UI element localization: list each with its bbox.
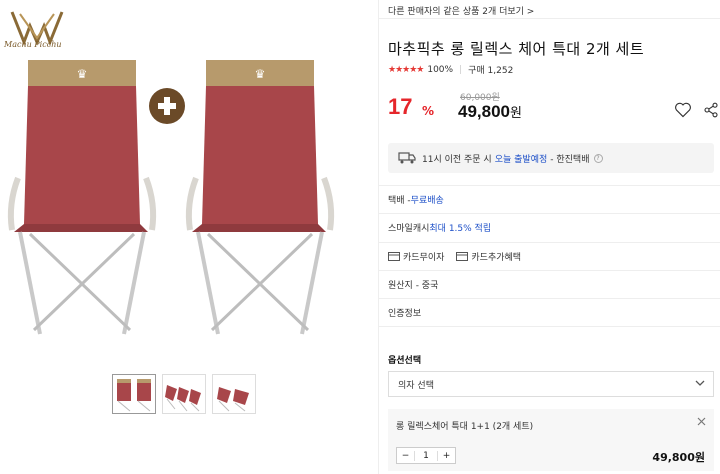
chair-image-right: ♛ — [185, 60, 335, 335]
card-free-interest[interactable]: 카드무이자 — [388, 250, 444, 263]
thumbnail-strip — [112, 374, 256, 414]
card-free-label: 카드무이자 — [403, 252, 445, 263]
card-icon — [388, 251, 400, 261]
quantity-stepper: − 1 + — [396, 447, 456, 464]
share-icon[interactable] — [703, 102, 719, 118]
discount-rate: 17 — [388, 94, 413, 119]
option-section-title: 옵션선택 — [388, 356, 422, 366]
option-select-value: 의자 선택 — [398, 380, 434, 391]
sale-price-unit: 원 — [510, 105, 522, 120]
sale-price: 49,800원 — [458, 102, 522, 122]
heart-icon[interactable] — [674, 102, 692, 118]
rating-row: ★★★★★ 100% | 구매 1,252 — [388, 63, 514, 77]
truck-icon — [398, 152, 416, 164]
svg-text:♛: ♛ — [77, 67, 88, 81]
selected-option: 롱 릴렉스체어 특대 1+1 (2개 세트) − 1 + 49,800원 — [388, 409, 714, 471]
delivery-highlight: 오늘 출발예정 — [494, 154, 548, 165]
shipping-label: 택배 - — [388, 195, 411, 206]
option-select[interactable]: 의자 선택 — [388, 371, 714, 397]
thumbnail-3[interactable] — [212, 374, 256, 414]
product-title: 마추픽추 롱 릴렉스 체어 특대 2개 세트 — [388, 40, 645, 58]
selected-option-price: 49,800원 — [652, 451, 705, 464]
other-sellers-link[interactable]: 다른 판매자의 같은 상품 2개 더보기 > — [388, 4, 534, 17]
qty-input[interactable]: 1 — [413, 450, 439, 461]
product-main-image[interactable]: ♛ ♛ — [0, 54, 378, 354]
discount-percent-sign: % — [422, 104, 435, 118]
price-row: 17 % 60,000원 49,800원 — [388, 88, 718, 128]
smile-cash-row: 스마일캐시 최대 1.5% 적립 — [379, 213, 720, 240]
close-icon[interactable] — [697, 417, 706, 426]
shipping-row: 택배 - 무료배송 — [379, 185, 720, 212]
brand-logo-text: Machu Picchu — [4, 40, 62, 49]
help-icon[interactable]: ? — [593, 153, 603, 163]
thumbnail-1[interactable] — [112, 374, 156, 414]
svg-text:♛: ♛ — [255, 67, 266, 81]
delivery-suffix: - 한진택배 — [550, 154, 590, 165]
origin-row: 원산지 - 중국 — [379, 270, 720, 297]
certification-row[interactable]: 인증정보 — [379, 298, 720, 325]
divider — [379, 18, 720, 19]
origin-label: 원산지 - 중국 — [388, 280, 439, 291]
separator: | — [459, 64, 463, 75]
qty-minus-button[interactable]: − — [397, 451, 414, 461]
product-info-panel: 다른 판매자의 같은 상품 2개 더보기 > 마추픽추 롱 릴렉스 체어 특대 … — [379, 0, 720, 474]
rating-stars: ★★★★★ — [388, 64, 424, 75]
thumbnail-2[interactable] — [162, 374, 206, 414]
chair-image-left: ♛ — [7, 60, 157, 335]
product-image-panel: Machu Picchu ♛ ♛ — [0, 0, 378, 474]
selected-option-name: 롱 릴렉스체어 특대 1+1 (2개 세트) — [396, 422, 534, 432]
sale-price-value: 49,800 — [458, 102, 510, 121]
rating-percent[interactable]: 100% — [427, 65, 453, 75]
card-benefits-row: 카드무이자 카드추가혜택 — [379, 242, 720, 269]
delivery-prefix: 11시 이전 주문 시 — [422, 154, 492, 165]
qty-plus-button[interactable]: + — [438, 451, 455, 461]
card-plus-icon — [456, 251, 469, 261]
plus-icon — [149, 88, 185, 124]
card-benefit-label: 카드추가혜택 — [471, 252, 522, 263]
chevron-down-icon — [695, 380, 705, 386]
divider — [379, 326, 720, 327]
purchase-count: 구매 1,252 — [468, 66, 514, 76]
delivery-info: 11시 이전 주문 시 오늘 출발예정 - 한진택배 ? — [388, 143, 714, 173]
card-extra-benefit[interactable]: 카드추가혜택 — [456, 250, 521, 263]
certification-label: 인증정보 — [388, 308, 422, 319]
smile-cash-value: 최대 1.5% 적립 — [429, 223, 492, 234]
smile-cash-label: 스마일캐시 — [388, 223, 430, 234]
shipping-value: 무료배송 — [410, 195, 444, 206]
